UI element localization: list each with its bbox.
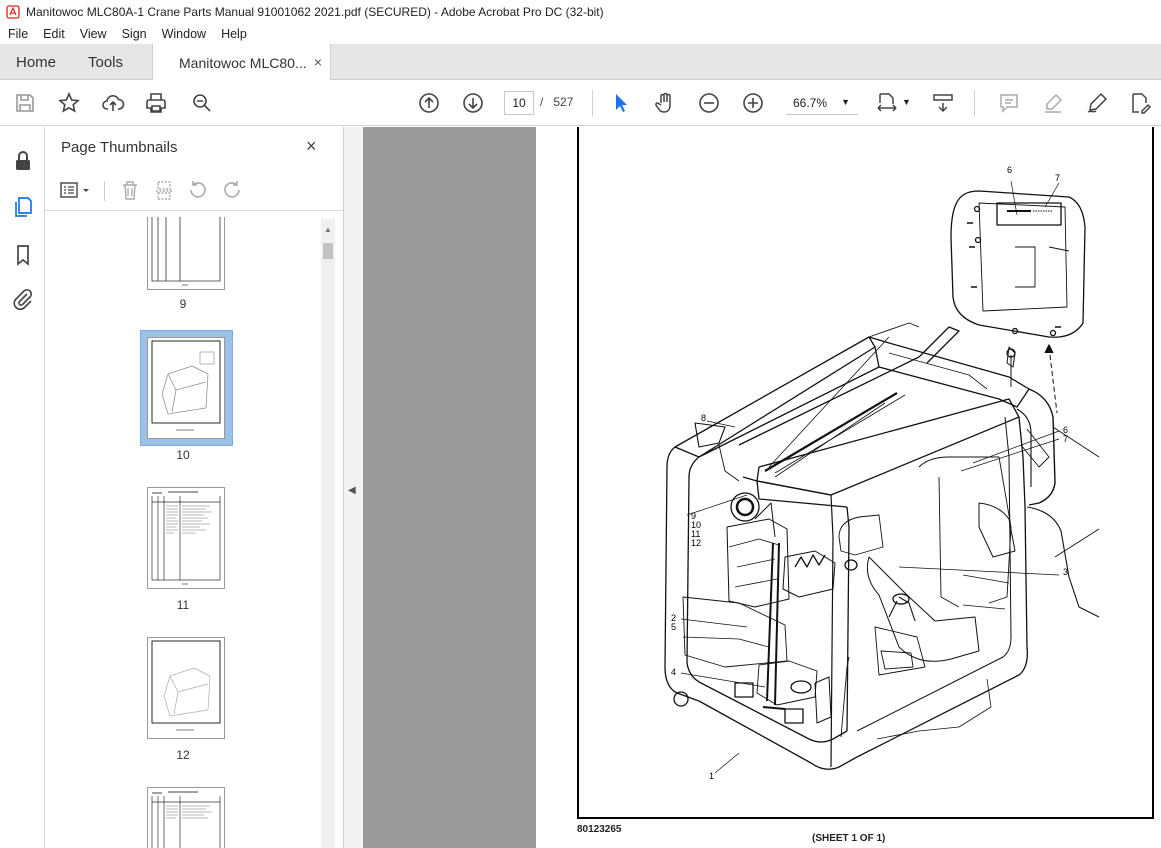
rotate-clockwise-icon[interactable] <box>221 179 243 201</box>
comment-icon[interactable] <box>996 90 1022 116</box>
menu-help[interactable]: Help <box>213 27 254 41</box>
hand-tool-icon[interactable] <box>652 90 678 116</box>
tab-document[interactable]: Manitowoc MLC80... × <box>152 44 331 81</box>
drawing-part-number: 80123265 <box>577 824 622 835</box>
thumbnail-page[interactable] <box>147 787 225 848</box>
extract-page-icon[interactable] <box>153 179 175 201</box>
callout-label: 1 <box>709 771 714 781</box>
thumbnail-page-selected[interactable] <box>147 337 225 439</box>
thumbnail-page-number: 12 <box>176 748 190 762</box>
delete-page-icon[interactable] <box>119 179 141 201</box>
collapse-panel-icon[interactable]: ◀ <box>348 485 356 496</box>
callout-label: 12 <box>691 538 701 548</box>
scroll-up-icon[interactable]: ▲ <box>324 225 332 234</box>
thumbnail-preview <box>151 217 221 286</box>
current-page-input[interactable]: 10 <box>504 91 534 115</box>
callout-label: 7 <box>1063 434 1068 444</box>
menu-edit[interactable]: Edit <box>35 27 72 41</box>
tab-document-label: Manitowoc MLC80... <box>179 54 307 71</box>
thumbnail-preview <box>151 791 221 848</box>
chevron-down-icon: ▼ <box>841 97 850 107</box>
tab-tools[interactable]: Tools <box>88 44 123 80</box>
bookmarks-icon[interactable] <box>11 243 35 267</box>
crane-cab-parts-diagram: 6 7 8 6 7 9 10 11 12 3 2 5 4 1 <box>664 165 1100 781</box>
upload-cloud-icon[interactable] <box>100 90 126 116</box>
select-cursor-icon[interactable] <box>608 90 634 116</box>
menu-file[interactable]: File <box>0 27 35 41</box>
bookmark-star-icon[interactable] <box>56 90 82 116</box>
callout-label: 7 <box>1055 173 1060 183</box>
thumbnail-page[interactable] <box>147 637 225 739</box>
attachments-paperclip-icon[interactable] <box>11 287 35 311</box>
edit-pdf-icon[interactable] <box>1127 90 1153 116</box>
zoom-level-select[interactable]: 66.7% ▼ <box>786 91 858 115</box>
previous-page-icon[interactable] <box>416 90 442 116</box>
thumbnail-page[interactable] <box>147 487 225 589</box>
title-bar: Manitowoc MLC80A-1 Crane Parts Manual 91… <box>0 0 1161 24</box>
thumbnail-scrollbar[interactable]: ▲ <box>321 219 335 848</box>
page-fit-chevron-icon[interactable]: ▼ <box>902 97 911 107</box>
thumbnail-preview <box>151 491 221 585</box>
zoom-in-icon[interactable] <box>740 90 766 116</box>
zoom-value: 66.7% <box>793 95 828 110</box>
menu-window[interactable]: Window <box>154 27 213 41</box>
scroll-mode-icon[interactable] <box>930 90 956 116</box>
toolbar <box>0 80 1161 126</box>
tab-close-icon[interactable]: × <box>314 54 322 70</box>
page-thumbnails-panel: Page Thumbnails × 9 10 11 12 ▲ <box>45 127 344 848</box>
page-fit-icon[interactable] <box>874 90 900 116</box>
thumbnail-page-number: 9 <box>179 297 187 311</box>
thumbnail-list: 9 10 11 12 <box>45 217 321 848</box>
window-title: Manitowoc MLC80A-1 Crane Parts Manual 91… <box>26 5 604 19</box>
panel-collapse-gutter[interactable]: ◀ <box>344 127 363 848</box>
callout-label: 3 <box>1063 567 1068 577</box>
menu-sign[interactable]: Sign <box>114 27 154 41</box>
panel-toolbar <box>45 171 344 211</box>
scrollbar-thumb[interactable] <box>323 243 333 259</box>
callout-label: 4 <box>671 667 676 677</box>
callout-label: 5 <box>671 622 676 632</box>
page-thumbnails-icon[interactable] <box>11 195 35 219</box>
panel-title: Page Thumbnails <box>61 139 178 156</box>
menu-bar: File Edit View Sign Window Help <box>0 24 1161 44</box>
highlight-pen-icon[interactable] <box>1040 90 1066 116</box>
panel-close-icon[interactable]: × <box>306 136 317 157</box>
rotate-counterclockwise-icon[interactable] <box>187 179 209 201</box>
left-navigation-rail <box>0 127 45 848</box>
find-zoom-icon[interactable] <box>189 90 215 116</box>
thumbnail-page[interactable] <box>147 217 225 290</box>
thumbnail-preview <box>151 640 221 731</box>
thumbnail-page-number: 10 <box>176 448 190 462</box>
next-page-icon[interactable] <box>460 90 486 116</box>
sheet-label: (SHEET 1 OF 1) <box>812 833 886 844</box>
thumbnail-preview <box>151 340 221 431</box>
save-icon[interactable] <box>12 90 38 116</box>
acrobat-logo-icon <box>6 5 20 19</box>
menu-view[interactable]: View <box>72 27 114 41</box>
thumbnail-page-number: 11 <box>176 598 190 612</box>
page-count: / 527 <box>540 95 574 109</box>
thumbnail-options-icon[interactable] <box>59 179 93 201</box>
lock-icon[interactable] <box>11 149 35 173</box>
callout-label: 6 <box>1007 165 1012 175</box>
tab-home[interactable]: Home <box>16 44 56 80</box>
print-icon[interactable] <box>143 90 169 116</box>
callout-label: 8 <box>701 413 706 423</box>
tab-bar: Home Tools Manitowoc MLC80... × <box>0 44 1161 81</box>
sign-pen-icon[interactable] <box>1084 90 1110 116</box>
document-viewport[interactable]: 6 7 8 6 7 9 10 11 12 3 2 5 4 1 80123265 … <box>363 127 1161 848</box>
zoom-out-icon[interactable] <box>696 90 722 116</box>
pdf-page: 6 7 8 6 7 9 10 11 12 3 2 5 4 1 80123265 … <box>536 127 1161 848</box>
